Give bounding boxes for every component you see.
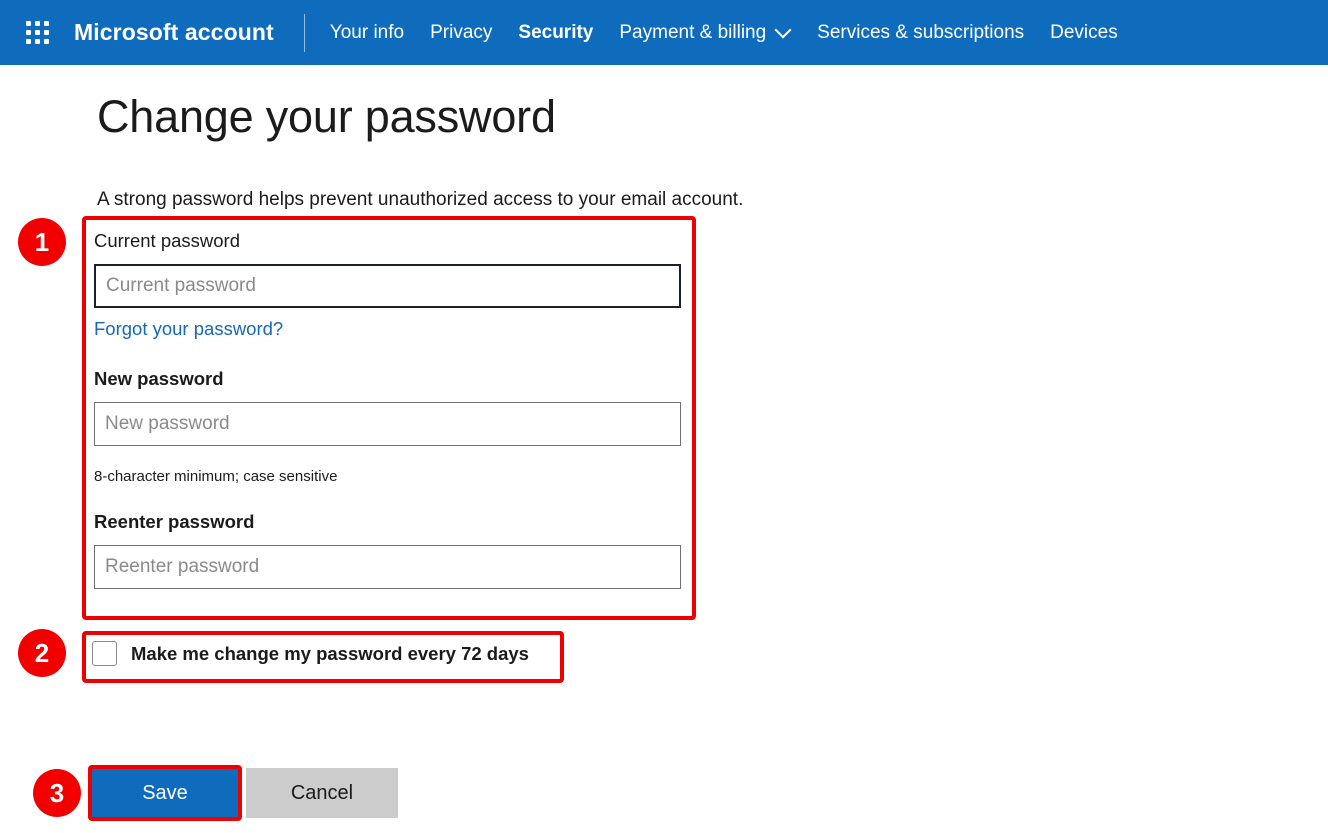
brand-title[interactable]: Microsoft account: [74, 19, 274, 46]
nav-item-label: Privacy: [430, 21, 493, 43]
reenter-password-input[interactable]: [94, 545, 681, 589]
nav-item-label: Payment & billing: [619, 21, 767, 43]
nav-item-label: Devices: [1050, 21, 1118, 43]
app-launcher-waffle-icon[interactable]: [22, 18, 52, 48]
password-expiry-checkbox[interactable]: [92, 641, 117, 666]
password-form: Current password Forgot your password? N…: [82, 216, 696, 603]
nav-item-privacy[interactable]: Privacy: [430, 22, 492, 44]
reenter-password-label: Reenter password: [94, 511, 255, 532]
waffle-dot: [34, 39, 40, 44]
current-password-input[interactable]: [94, 264, 681, 308]
nav-links: Your info Privacy Security Payment & bil…: [305, 0, 1118, 65]
nav-item-your-info[interactable]: Your info: [330, 22, 404, 44]
password-expiry-label[interactable]: Make me change my password every 72 days: [131, 643, 529, 665]
page-content: Change your password A strong password h…: [0, 65, 1328, 211]
waffle-dot: [34, 30, 40, 35]
waffle-dot: [34, 21, 40, 26]
nav-item-label: Security: [518, 21, 594, 43]
nav-item-label: Services & subscriptions: [817, 21, 1025, 43]
current-password-label: Current password: [94, 230, 241, 251]
top-navigation-bar: Microsoft account Your info Privacy Secu…: [0, 0, 1328, 65]
waffle-dot: [43, 21, 49, 26]
forgot-password-link[interactable]: Forgot your password?: [94, 318, 283, 340]
waffle-dot: [25, 30, 31, 35]
expiry-checkbox-row[interactable]: Make me change my password every 72 days: [82, 631, 543, 676]
new-password-hint: 8-character minimum; case sensitive: [94, 468, 338, 485]
annotation-badge-1: 1: [18, 218, 66, 266]
annotation-badge-3: 3: [33, 769, 81, 817]
save-button[interactable]: Save: [90, 768, 240, 818]
new-password-input[interactable]: [94, 402, 681, 446]
nav-item-payment-billing[interactable]: Payment & billing: [619, 22, 791, 44]
new-password-label: New password: [94, 368, 224, 389]
page-title: Change your password: [97, 91, 556, 142]
chevron-down-icon: [776, 23, 791, 38]
waffle-dot: [25, 21, 31, 26]
cancel-button[interactable]: Cancel: [246, 768, 398, 818]
waffle-dot: [43, 30, 49, 35]
nav-item-devices[interactable]: Devices: [1050, 22, 1118, 44]
nav-item-services-subscriptions[interactable]: Services & subscriptions: [817, 22, 1024, 44]
waffle-dot: [25, 39, 31, 44]
form-actions: Save Cancel: [90, 768, 398, 818]
annotation-badge-2: 2: [18, 629, 66, 677]
waffle-dot: [43, 39, 49, 44]
page-description: A strong password helps prevent unauthor…: [97, 189, 744, 210]
nav-item-label: Your info: [329, 21, 405, 43]
nav-item-security[interactable]: Security: [518, 22, 593, 44]
